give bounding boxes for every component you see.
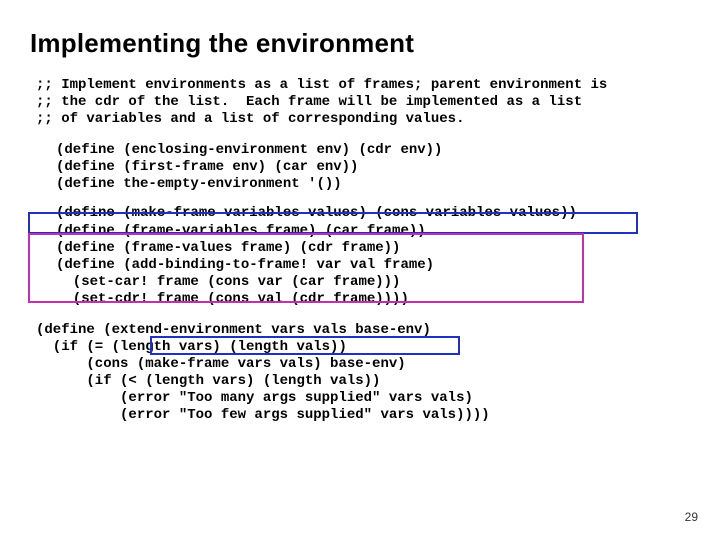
highlight-box-make-frame bbox=[28, 212, 638, 234]
code-line: (cons (make-frame vars vals) base-env) bbox=[36, 356, 406, 372]
slide: Implementing the environment ;; Implemen… bbox=[0, 0, 720, 540]
code-block-defs: (define (enclosing-environment env) (cdr… bbox=[56, 142, 690, 193]
page-number: 29 bbox=[685, 510, 698, 524]
comment-line: ;; the cdr of the list. Each frame will … bbox=[36, 94, 582, 110]
code-line: (error "Too many args supplied" vars val… bbox=[36, 390, 473, 406]
comment-line: ;; Implement environments as a list of f… bbox=[36, 77, 607, 93]
code-line: (define (enclosing-environment env) (cdr… bbox=[56, 142, 442, 158]
slide-title: Implementing the environment bbox=[30, 28, 690, 59]
code-line: (define (first-frame env) (car env)) bbox=[56, 159, 358, 175]
comment-block: ;; Implement environments as a list of f… bbox=[36, 77, 690, 128]
code-line: (if (< (length vars) (length vals)) bbox=[36, 373, 380, 389]
highlight-box-make-frame-call bbox=[150, 336, 460, 355]
highlight-box-frame-ops bbox=[28, 233, 584, 303]
comment-line: ;; of variables and a list of correspond… bbox=[36, 111, 464, 127]
code-line: (define the-empty-environment '()) bbox=[56, 176, 342, 192]
code-line: (error "Too few args supplied" vars vals… bbox=[36, 407, 490, 423]
